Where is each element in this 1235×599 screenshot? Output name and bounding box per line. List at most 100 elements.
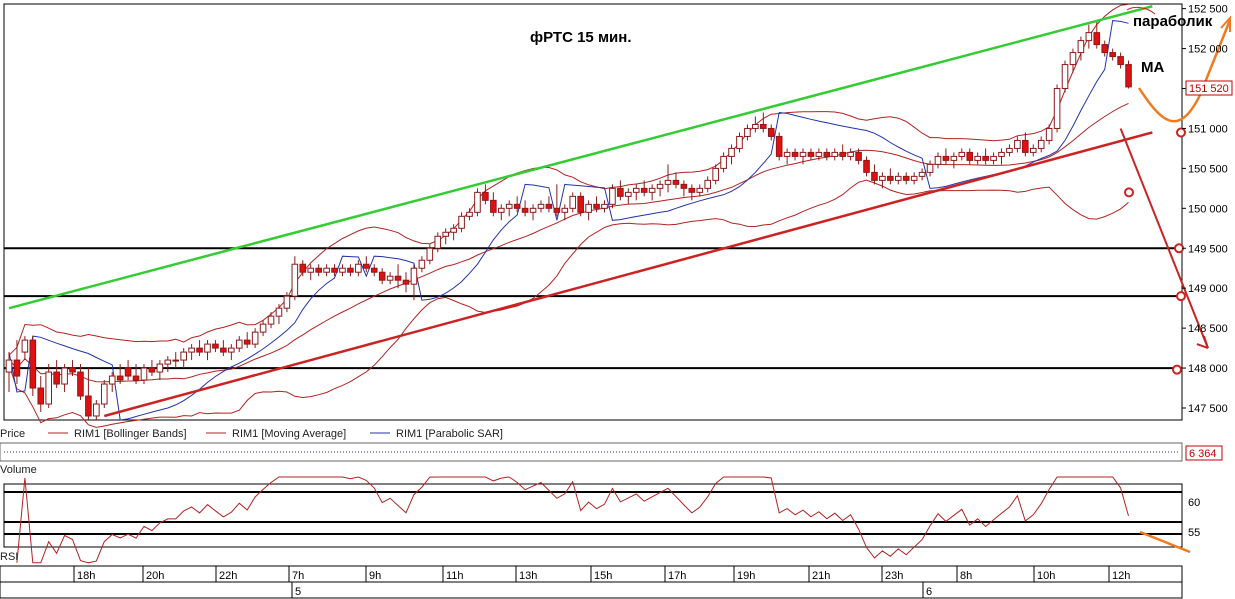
- candle-body: [363, 263, 370, 269]
- circle-marker: [1172, 364, 1182, 375]
- circle-marker: [1176, 291, 1186, 302]
- annotation-parabolic: параболик: [1133, 13, 1213, 30]
- candle-body: [1093, 32, 1101, 46]
- candle-body: [696, 187, 704, 193]
- candle-body: [569, 195, 577, 209]
- candle-body: [1085, 32, 1093, 42]
- candle-body: [934, 155, 942, 165]
- candle-body: [394, 275, 402, 281]
- candle-body: [347, 267, 354, 273]
- candle-body: [648, 187, 656, 193]
- candle-body: [553, 207, 561, 213]
- candle-body: [1069, 52, 1077, 66]
- candle-body: [108, 375, 116, 385]
- candle-body: [902, 175, 910, 181]
- candle-body: [140, 367, 148, 381]
- candle-body: [894, 175, 902, 181]
- candle-body: [418, 259, 426, 269]
- candle-body: [672, 179, 680, 185]
- price-legend: Price RIM1 [Bollinger Bands] RIM1 [Movin…: [0, 428, 503, 440]
- candle-body: [656, 183, 664, 189]
- candle-body: [29, 339, 37, 389]
- candle-body: [132, 375, 140, 381]
- candle-body: [1109, 52, 1116, 58]
- candle-body: [482, 191, 489, 201]
- time-tick-label: 9h: [369, 570, 381, 582]
- candle-body: [1037, 139, 1045, 149]
- candle-body: [545, 203, 553, 209]
- candle-body: [1077, 40, 1085, 54]
- candle-body: [69, 367, 76, 373]
- candle-body: [601, 203, 608, 209]
- candle-body: [1125, 64, 1132, 88]
- candle-body: [966, 151, 974, 161]
- candle-body: [21, 339, 29, 353]
- time-tick-label: 10h: [1037, 570, 1055, 582]
- candle-body: [910, 175, 918, 181]
- candle-body: [458, 215, 465, 229]
- candle-body: [632, 187, 640, 193]
- candle-body: [188, 347, 195, 353]
- legend-ma: RIM1 [Moving Average]: [232, 428, 346, 440]
- candle-body: [283, 295, 291, 309]
- candle-body: [831, 151, 839, 157]
- time-tick-label: 17h: [668, 570, 686, 582]
- time-tick-label: 18h: [77, 570, 95, 582]
- candle-body: [807, 151, 815, 157]
- candle-body: [243, 339, 251, 345]
- time-tick-label: 8h: [960, 570, 972, 582]
- candle-body: [490, 199, 497, 213]
- candle-body: [744, 127, 751, 137]
- candle-body: [799, 151, 807, 157]
- candle-body: [863, 159, 870, 173]
- candle-body: [760, 123, 767, 129]
- price-tick-label: 152 000: [1188, 44, 1228, 56]
- chart-canvas: 147 500 148 000 148 500 149 000 149 500 150 0…: [0, 3, 1233, 599]
- candle-body: [561, 207, 569, 213]
- circle-marker: [1174, 243, 1184, 254]
- candle-body: [93, 403, 100, 417]
- price-tick-label: 150 500: [1188, 163, 1228, 175]
- candle-body: [85, 395, 92, 417]
- last-price-label: 151 520: [1189, 83, 1229, 95]
- candle-body: [474, 191, 481, 213]
- candle-body: [220, 347, 227, 353]
- circle-marker: [1124, 187, 1134, 198]
- legend-sar: RIM1 [Parabolic SAR]: [396, 428, 503, 440]
- candle-body: [497, 207, 505, 213]
- candle-body: [887, 175, 894, 181]
- candle-body: [53, 371, 60, 385]
- candle-body: [228, 347, 235, 353]
- price-tick-label: 148 000: [1188, 363, 1228, 375]
- candle-body: [752, 123, 759, 129]
- candle-body: [180, 351, 187, 361]
- candle-body: [156, 363, 164, 373]
- candle-body: [577, 195, 584, 213]
- time-tick-label: 20h: [146, 570, 164, 582]
- candle-body: [1053, 88, 1061, 129]
- candle-body: [1045, 127, 1053, 141]
- candle-body: [958, 151, 966, 157]
- candle-body: [998, 151, 1005, 157]
- candle-body: [204, 343, 211, 353]
- rsi-tick-60: 60: [1188, 497, 1200, 509]
- candle-body: [124, 367, 132, 377]
- candle-body: [299, 263, 307, 273]
- candle-body: [1022, 139, 1029, 153]
- candle-body: [513, 203, 521, 209]
- rsi-tick-55: 55: [1188, 527, 1200, 539]
- candle-body: [61, 367, 68, 385]
- candle-body: [926, 163, 934, 173]
- candle-body: [704, 179, 712, 189]
- candle-body: [1006, 147, 1013, 153]
- candle-body: [13, 359, 21, 377]
- candle-body: [847, 151, 854, 157]
- candle-body: [529, 207, 537, 213]
- candle-body: [879, 175, 886, 181]
- candle-body: [1061, 64, 1069, 90]
- candle-body: [259, 323, 267, 333]
- candle-body: [426, 247, 434, 261]
- candle-body: [116, 375, 124, 381]
- candle-body: [617, 187, 624, 197]
- day-label-5: 5: [295, 586, 301, 598]
